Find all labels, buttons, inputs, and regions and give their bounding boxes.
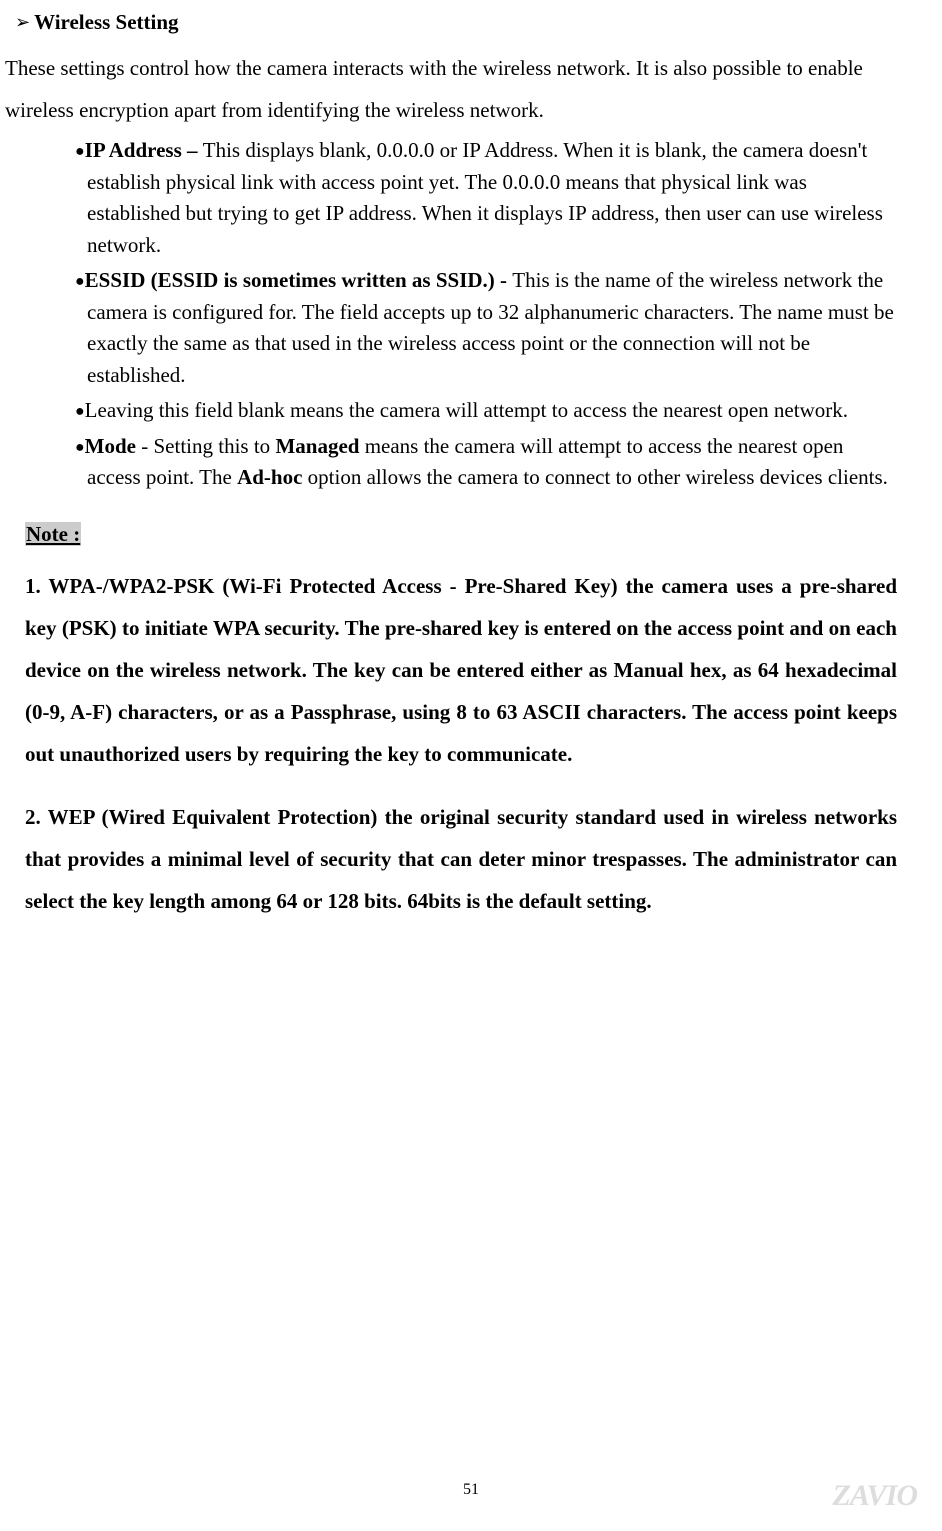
intro-paragraph: These settings control how the camera in… <box>5 47 897 131</box>
bullet-icon: ● <box>75 273 85 290</box>
note-wep: 2. WEP (Wired Equivalent Protection) the… <box>25 796 897 922</box>
document-page: ➢ Wireless Setting These settings contro… <box>0 0 942 922</box>
brand-watermark: ZAVIO <box>833 1479 917 1513</box>
note-section: Note : 1. WPA-/WPA2-PSK (Wi-Fi Protected… <box>5 522 897 922</box>
page-number: 51 <box>0 1481 942 1499</box>
section-heading-row: ➢ Wireless Setting <box>5 10 897 35</box>
bullet-text: Leaving this field blank means the camer… <box>85 398 848 422</box>
note-label: Note : <box>25 522 81 546</box>
bullet-ip-address: ●IP Address – This displays blank, 0.0.0… <box>75 135 897 261</box>
bullet-list: ●IP Address – This displays blank, 0.0.0… <box>5 135 897 494</box>
bullet-label: ESSID (ESSID is sometimes written as SSI… <box>85 268 513 292</box>
bullet-text: This displays blank, 0.0.0.0 or IP Addre… <box>87 138 883 257</box>
bullet-mode: ●Mode - Setting this to Managed means th… <box>75 431 897 494</box>
bullet-text-part: - Setting this to <box>136 434 275 458</box>
managed-term: Managed <box>275 434 359 458</box>
bullet-label: Mode <box>85 434 136 458</box>
bullet-icon: ● <box>75 403 85 420</box>
note-wpa: 1. WPA-/WPA2-PSK (Wi-Fi Protected Access… <box>25 565 897 775</box>
adhoc-term: Ad-hoc <box>237 465 302 489</box>
bullet-blank-field: ●Leaving this field blank means the came… <box>75 395 897 427</box>
section-heading: Wireless Setting <box>34 10 178 35</box>
bullet-essid: ●ESSID (ESSID is sometimes written as SS… <box>75 265 897 391</box>
bullet-text-part: option allows the camera to connect to o… <box>302 465 887 489</box>
bullet-icon: ● <box>75 143 85 160</box>
bullet-icon: ● <box>75 439 85 456</box>
arrow-right-icon: ➢ <box>15 12 30 33</box>
bullet-label: IP Address – <box>85 138 203 162</box>
